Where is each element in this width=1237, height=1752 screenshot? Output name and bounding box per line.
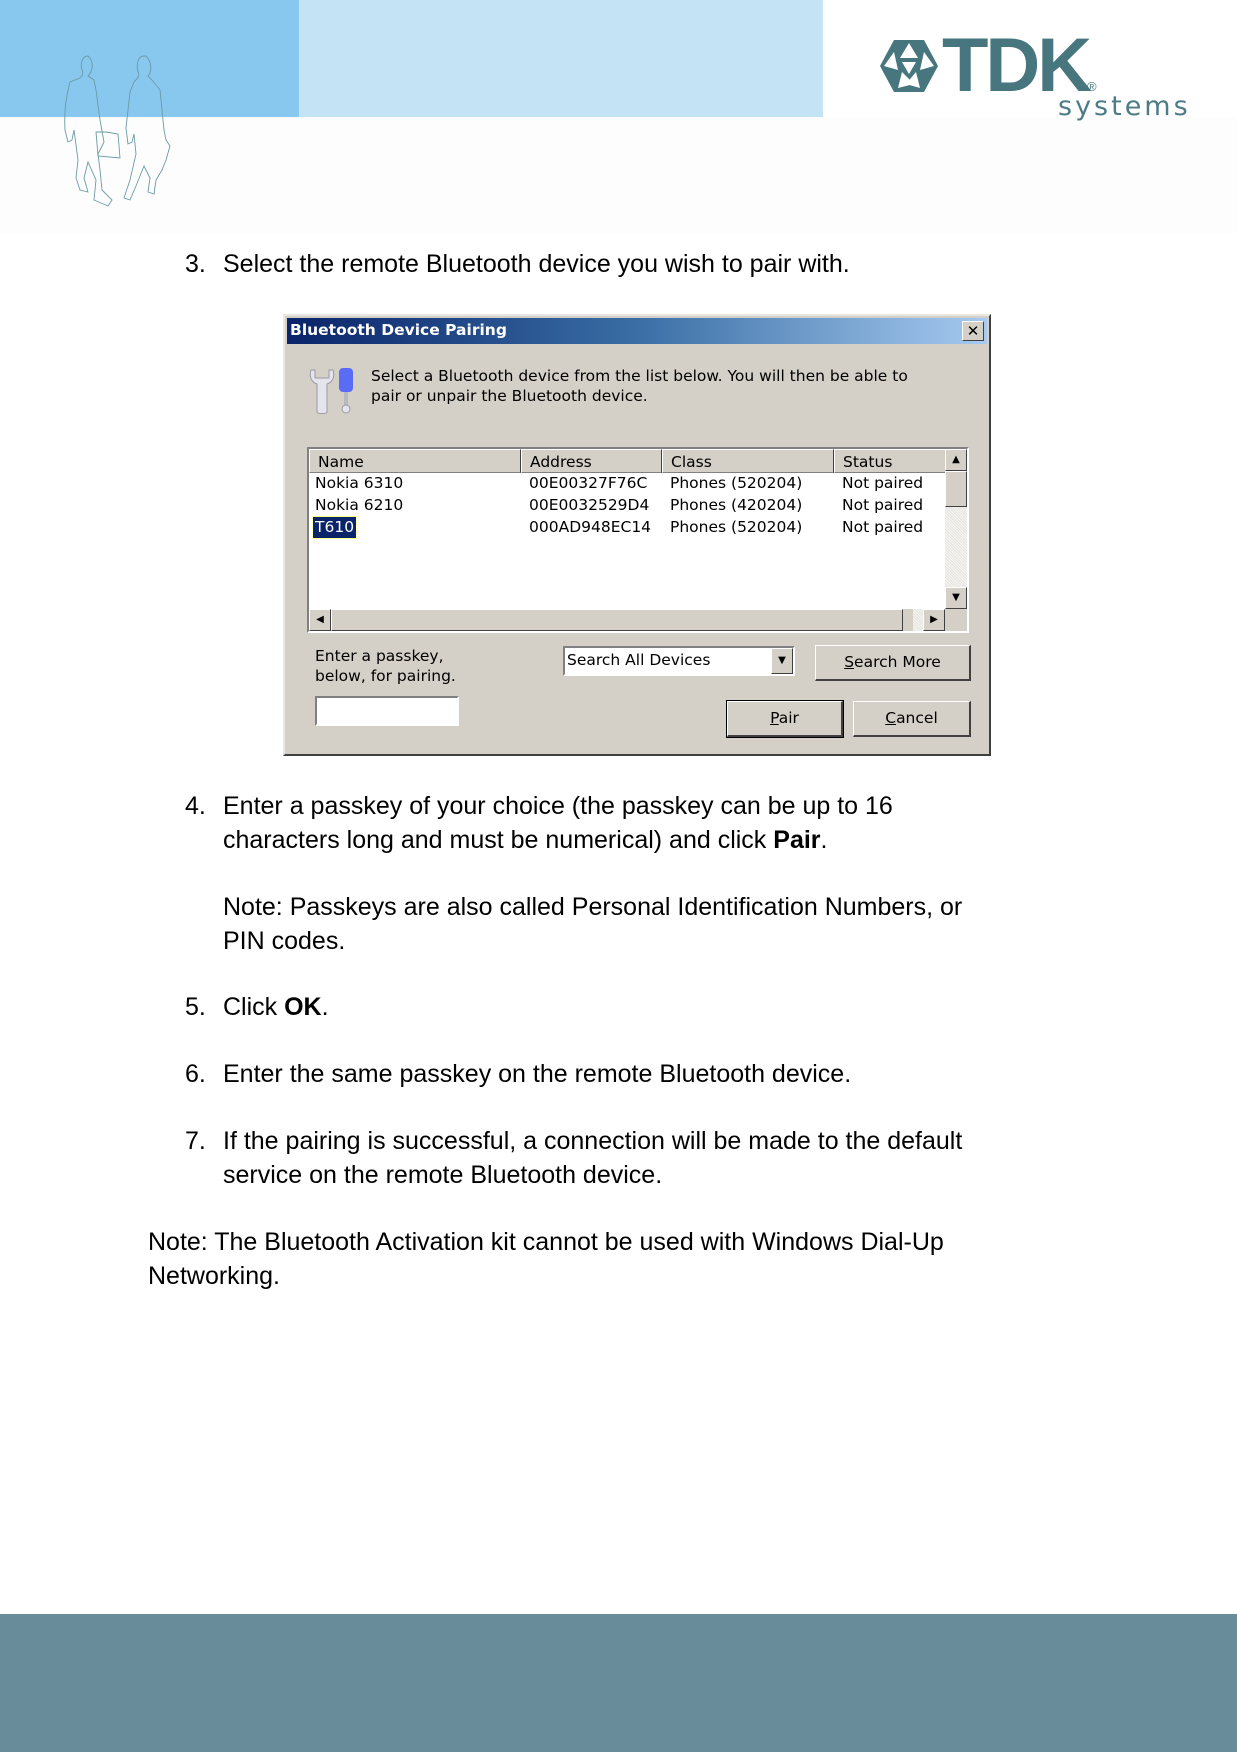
device-row-selected[interactable]: T610 000AD948EC14 Phones (520204) Not pa…	[309, 516, 945, 539]
arrow-right-icon: ▶	[930, 614, 938, 625]
step-5: 5. Click OK.	[185, 990, 1085, 1024]
device-name: Nokia 6210	[315, 496, 404, 514]
step-number: 7.	[185, 1127, 206, 1155]
horizontal-scroll-thumb[interactable]	[331, 609, 903, 631]
device-status: Not paired	[842, 496, 924, 514]
device-class: Phones (520204)	[670, 474, 803, 492]
arrow-left-icon: ◀	[316, 614, 324, 625]
device-row[interactable]: Nokia 6210 00E0032529D4 Phones (420204) …	[309, 495, 945, 517]
chevron-down-icon: ▼	[778, 655, 786, 666]
pair-emphasis: Pair	[773, 826, 821, 854]
step-number: 4.	[185, 792, 206, 820]
ok-emphasis: OK	[284, 993, 322, 1021]
device-filter-dropdown[interactable]: Search All Devices ▼	[563, 646, 795, 676]
dialog-title: Bluetooth Device Pairing	[290, 321, 507, 339]
search-more-button[interactable]: Search More	[815, 645, 971, 681]
scroll-up-button[interactable]: ▲	[945, 449, 967, 471]
device-address: 00E0032529D4	[529, 496, 650, 514]
column-header-status[interactable]: Status	[834, 449, 945, 473]
tdk-logo: TDK ® systems	[880, 28, 1191, 126]
scroll-right-button[interactable]: ▶	[923, 609, 945, 631]
note-line-1: Note: Passkeys are also called Personal …	[223, 893, 963, 921]
column-header-class[interactable]: Class	[662, 449, 834, 473]
search-more-label: earch More	[854, 653, 941, 671]
cancel-accel: C	[885, 709, 897, 727]
cancel-label: ancel	[896, 709, 938, 727]
walking-people-illustration	[64, 55, 171, 207]
search-more-accel: S	[844, 653, 855, 671]
instructions-line-1: Select a Bluetooth device from the list …	[371, 367, 908, 385]
vertical-scroll-thumb[interactable]	[945, 471, 967, 507]
wrench-screwdriver-icon	[309, 368, 353, 414]
step-text-line-1: Enter a passkey of your choice (the pass…	[223, 792, 893, 820]
device-class: Phones (420204)	[670, 496, 803, 514]
step-text-line-1: If the pairing is successful, a connecti…	[223, 1127, 963, 1155]
device-name: Nokia 6310	[315, 474, 404, 492]
pair-accel: P	[770, 709, 779, 727]
passkey-label-line-2: below, for pairing.	[315, 667, 456, 685]
passkey-label-line-1: Enter a passkey,	[315, 647, 444, 665]
dialog-titlebar[interactable]: Bluetooth Device Pairing ✕	[287, 318, 987, 344]
device-row[interactable]: Nokia 6310 00E00327F76C Phones (520204) …	[309, 473, 945, 495]
brand-subtitle: systems	[1058, 91, 1191, 122]
cancel-button[interactable]: Cancel	[853, 701, 971, 737]
device-address: 000AD948EC14	[529, 518, 652, 536]
final-note-line-2: Networking.	[148, 1262, 280, 1290]
device-address: 00E00327F76C	[529, 474, 648, 492]
column-header-name[interactable]: Name	[309, 449, 521, 473]
step-6: 6. Enter the same passkey on the remote …	[185, 1057, 1085, 1091]
step-3: 3. Select the remote Bluetooth device yo…	[185, 247, 1085, 281]
step-7: 7. If the pairing is successful, a conne…	[185, 1124, 1135, 1192]
step-number: 6.	[185, 1060, 206, 1088]
horizontal-scrollbar[interactable]: ◀ ▶	[309, 609, 945, 631]
device-list[interactable]: Name Address Class Status Nokia 6310 00E…	[307, 447, 969, 633]
instructions-line-2: pair or unpair the Bluetooth device.	[371, 387, 648, 405]
device-class: Phones (520204)	[670, 518, 803, 536]
final-note-line-1: Note: The Bluetooth Activation kit canno…	[148, 1228, 944, 1256]
final-note: Note: The Bluetooth Activation kit canno…	[148, 1225, 1128, 1293]
arrow-up-icon: ▲	[952, 454, 960, 465]
page-footer-band	[0, 1614, 1237, 1752]
dropdown-selected-value: Search All Devices	[567, 651, 711, 669]
tdk-logo-mark-icon	[880, 40, 938, 92]
column-header-address[interactable]: Address	[521, 449, 662, 473]
dropdown-arrow-button[interactable]: ▼	[771, 648, 793, 674]
step-4: 4. Enter a passkey of your choice (the p…	[185, 789, 1135, 959]
header-band-light	[299, 0, 823, 117]
step-text-line-2: characters long and must be numerical) a…	[223, 826, 828, 854]
pair-label: air	[778, 709, 799, 727]
arrow-down-icon: ▼	[952, 592, 960, 603]
dialog-instructions: Select a Bluetooth device from the list …	[371, 366, 908, 406]
bluetooth-device-pairing-dialog: Bluetooth Device Pairing ✕ Select a Blue…	[283, 314, 991, 756]
device-status: Not paired	[842, 474, 924, 492]
step-text: Select the remote Bluetooth device you w…	[223, 250, 850, 278]
passkey-label: Enter a passkey, below, for pairing.	[315, 646, 456, 686]
vertical-scrollbar[interactable]: ▲ ▼	[945, 449, 967, 609]
close-icon: ✕	[966, 322, 980, 340]
note-line-2: PIN codes.	[223, 927, 346, 955]
step-number: 5.	[185, 993, 206, 1021]
scroll-left-button[interactable]: ◀	[309, 609, 331, 631]
scrollbar-corner	[945, 609, 967, 631]
scroll-down-button[interactable]: ▼	[945, 587, 967, 609]
device-name: T610	[311, 516, 358, 539]
device-list-header: Name Address Class Status	[309, 449, 945, 473]
step-number: 3.	[185, 250, 206, 278]
close-button[interactable]: ✕	[962, 321, 984, 341]
step-text: Click OK.	[223, 993, 329, 1021]
step-text-line-2: service on the remote Bluetooth device.	[223, 1161, 663, 1189]
passkey-input[interactable]	[315, 696, 459, 726]
device-status: Not paired	[842, 518, 924, 536]
scroll-track[interactable]	[913, 609, 923, 631]
step-text: Enter the same passkey on the remote Blu…	[223, 1060, 852, 1088]
pair-button[interactable]: Pair	[726, 700, 844, 738]
